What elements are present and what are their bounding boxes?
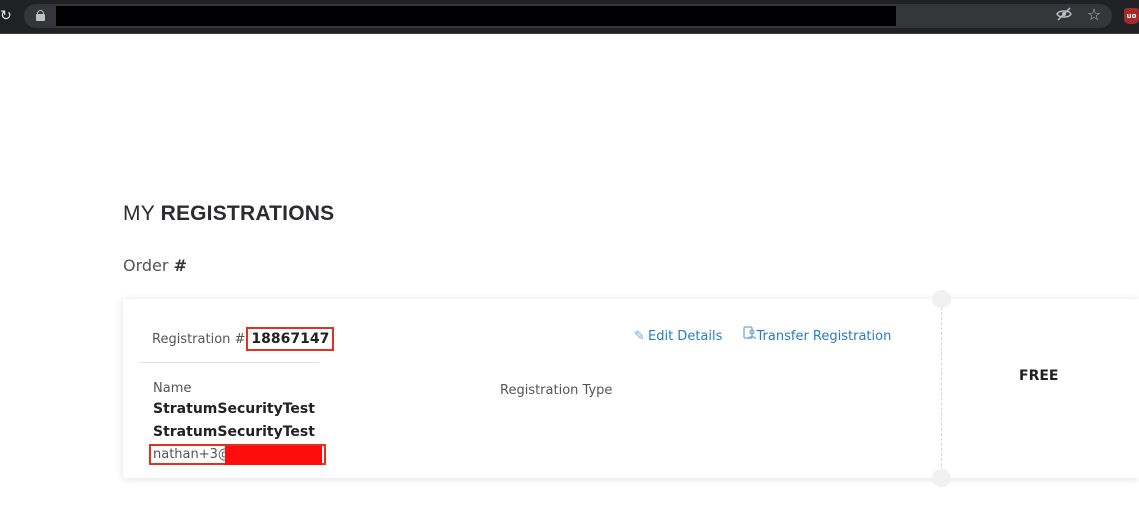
- order-label: Order #: [123, 256, 187, 275]
- registration-number-row: Registration #18867147: [152, 327, 335, 351]
- first-name: StratumSecurityTest: [153, 401, 315, 417]
- page-title: MY REGISTRATIONS: [123, 202, 334, 226]
- last-name: StratumSecurityTest: [153, 424, 315, 440]
- extension-icon[interactable]: uo: [1124, 8, 1139, 24]
- url-redaction: [56, 6, 896, 26]
- edit-details-label: Edit Details: [648, 329, 723, 344]
- edit-details-link[interactable]: ✎ Edit Details: [634, 328, 722, 346]
- lock-icon[interactable]: [36, 10, 45, 21]
- price-label: FREE: [1019, 368, 1059, 384]
- pencil-icon: ✎: [634, 329, 645, 344]
- registration-label: Registration #: [152, 332, 246, 347]
- transfer-user-icon: [742, 326, 757, 346]
- browser-toolbar: ↻ ☆ uo: [0, 0, 1139, 34]
- ticket-divider: [941, 307, 942, 471]
- ticket-notch-top: [932, 290, 951, 308]
- email-field: nathan+3@: [149, 444, 326, 465]
- transfer-registration-label: Transfer Registration: [756, 329, 892, 344]
- registration-card: Registration #18867147 ✎ Edit Details Tra…: [123, 290, 1139, 487]
- order-hash: #: [173, 256, 187, 275]
- order-text: Order: [123, 256, 169, 275]
- transfer-registration-link[interactable]: Transfer Registration: [742, 326, 892, 346]
- divider: [139, 362, 319, 363]
- registration-type-label: Registration Type: [500, 383, 613, 398]
- ticket-notch-bottom: [932, 469, 951, 487]
- star-icon[interactable]: ☆: [1084, 5, 1104, 25]
- reload-icon[interactable]: ↻: [0, 7, 14, 25]
- eye-off-icon[interactable]: [1054, 6, 1074, 26]
- registration-actions: ✎ Edit Details Transfer Registration: [634, 326, 907, 346]
- email-redaction: [225, 446, 322, 465]
- page-title-light: MY: [123, 202, 155, 225]
- registration-number: 18867147: [246, 327, 335, 351]
- name-label: Name: [153, 381, 192, 396]
- email-prefix: nathan+3@: [153, 447, 231, 462]
- address-bar[interactable]: ☆: [24, 4, 1112, 28]
- page-title-bold: REGISTRATIONS: [160, 202, 335, 225]
